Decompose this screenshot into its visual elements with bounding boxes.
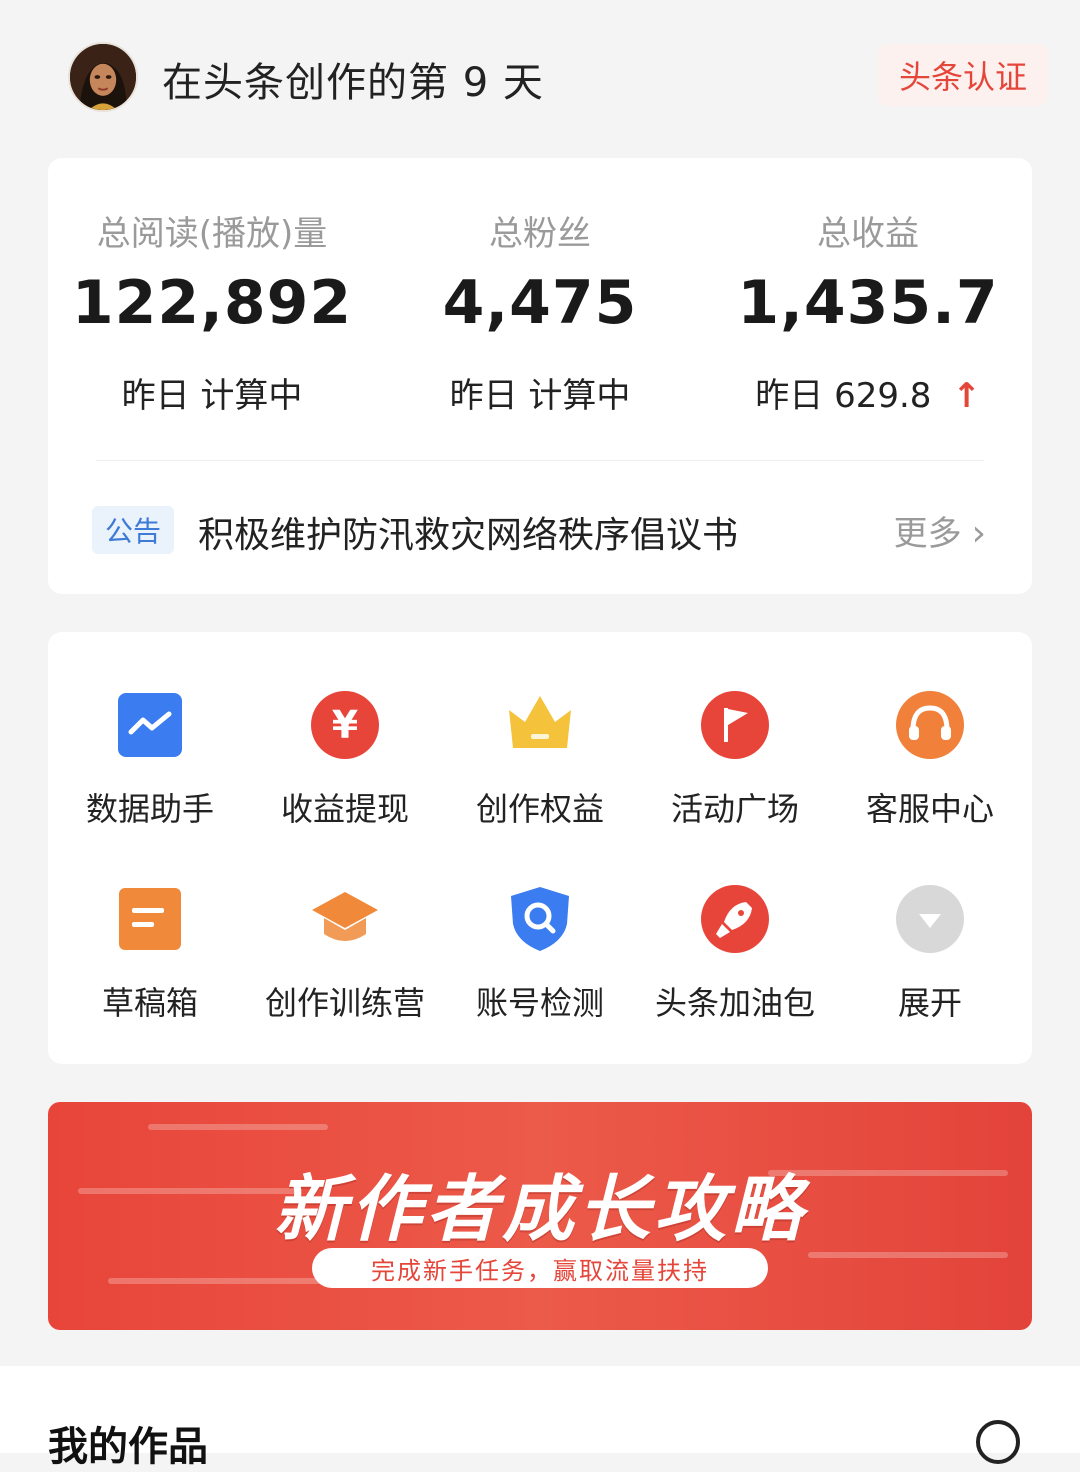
arrow-up-icon: ↑ — [952, 376, 981, 416]
grid-item-label: 数据助手 — [85, 790, 214, 828]
stat-sub: 昨日 计算中 — [376, 368, 704, 417]
expand-icon — [896, 885, 964, 953]
grid-item-data-assistant[interactable]: 数据助手 — [52, 690, 248, 860]
banner-title: 新作者成长攻略 — [273, 1167, 806, 1251]
page-title: 在头条创作的第 9 天 — [162, 60, 544, 106]
stat-label: 总收益 — [817, 214, 919, 254]
stat-sub-value: 629.8 — [834, 376, 932, 416]
stat-label: 总阅读(播放)量 — [96, 214, 328, 254]
stat-value: 1,435.7 — [737, 268, 999, 338]
svg-text:¥: ¥ — [332, 703, 358, 747]
rocket-icon — [701, 885, 769, 953]
crown-icon — [509, 696, 571, 748]
grid-item-label: 收益提现 — [280, 790, 409, 828]
section-title: 我的作品 — [48, 1424, 208, 1470]
headset-icon — [896, 691, 964, 759]
yuan-icon: ¥ — [311, 691, 379, 759]
notice-text[interactable]: 积极维护防汛救灾网络秩序倡议书 — [198, 506, 738, 558]
notice-row[interactable]: 公告 积极维护防汛救灾网络秩序倡议书 更多 › — [48, 498, 1032, 558]
grid-item-label: 客服中心 — [865, 790, 994, 828]
grid-item-income-withdraw[interactable]: ¥ 收益提现 — [247, 690, 443, 860]
chart-icon — [118, 693, 182, 757]
grid-item-account-check[interactable]: 账号检测 — [442, 884, 638, 1054]
notice-tag: 公告 — [92, 506, 174, 554]
stats-card: 总阅读(播放)量 122,892 昨日 计算中 总粉丝 4,475 昨日 计算中… — [48, 158, 1032, 594]
verify-button[interactable]: 头条认证 — [878, 44, 1048, 106]
stat-sub: 昨日 629.8 ↑ — [704, 368, 1032, 417]
grid-item-customer-service[interactable]: 客服中心 — [832, 690, 1028, 860]
draft-icon — [119, 888, 181, 950]
grid-item-training-camp[interactable]: 创作训练营 — [247, 884, 443, 1054]
graduation-cap-icon — [312, 892, 378, 941]
stat-sub-prefix: 昨日 — [449, 376, 518, 416]
grid-item-expand[interactable]: 展开 — [832, 884, 1028, 1054]
notice-more-label: 更多 — [893, 514, 962, 554]
grid-item-drafts[interactable]: 草稿箱 — [52, 884, 248, 1054]
search-icon[interactable] — [976, 1420, 1020, 1464]
stat-label: 总粉丝 — [489, 214, 591, 254]
grid-item-label: 创作训练营 — [264, 984, 425, 1022]
header: 在头条创作的第 9 天 头条认证 — [0, 0, 1080, 150]
grid-item-label: 头条加油包 — [654, 984, 815, 1022]
grid-item-label: 账号检测 — [475, 984, 604, 1022]
stat-value: 122,892 — [71, 268, 353, 338]
tools-grid: 数据助手 ¥ 收益提现 创作权益 活动广场 客服中心 草稿箱 创作训练营 账号检… — [48, 632, 1032, 1064]
growth-guide-banner[interactable]: 新作者成长攻略 完成新手任务，赢取流量扶持 — [48, 1102, 1032, 1330]
stat-sub: 昨日 计算中 — [48, 368, 376, 417]
avatar[interactable] — [68, 42, 138, 112]
stat-sub-prefix: 昨日 — [755, 376, 824, 416]
banner-decoration — [148, 1124, 328, 1130]
stat-sub-value: 计算中 — [200, 376, 303, 416]
my-works-section: 我的作品 — [0, 1366, 1080, 1470]
grid-item-label: 展开 — [897, 984, 962, 1022]
stat-sub-value: 计算中 — [528, 376, 631, 416]
grid-item-activity-square[interactable]: 活动广场 — [637, 690, 833, 860]
shield-search-icon — [511, 887, 569, 951]
notice-more-link[interactable]: 更多 › — [894, 506, 986, 555]
banner-subtitle[interactable]: 完成新手任务，赢取流量扶持 — [312, 1248, 768, 1288]
chevron-right-icon: › — [971, 513, 986, 554]
flag-icon — [701, 691, 769, 759]
stat-value: 4,475 — [442, 268, 638, 338]
grid-item-creator-rights[interactable]: 创作权益 — [442, 690, 638, 860]
grid-item-boost-pack[interactable]: 头条加油包 — [637, 884, 833, 1054]
grid-item-label: 草稿箱 — [101, 984, 198, 1022]
grid-item-label: 活动广场 — [670, 790, 799, 828]
grid-item-label: 创作权益 — [475, 790, 604, 828]
stat-sub-prefix: 昨日 — [121, 376, 190, 416]
divider — [96, 460, 984, 461]
